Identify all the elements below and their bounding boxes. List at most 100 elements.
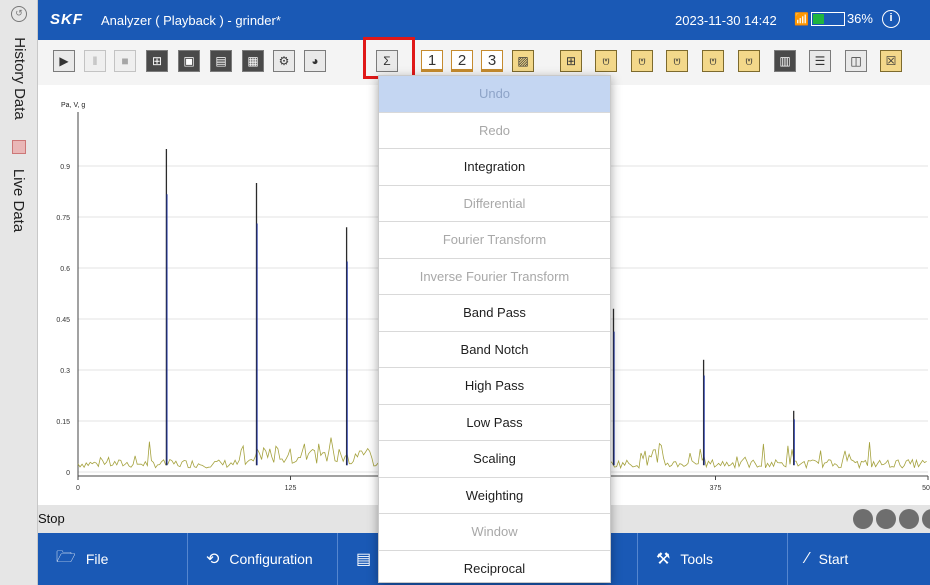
image-tool-button[interactable]: ▨ <box>512 50 534 72</box>
nav-label: Configuration <box>229 551 313 567</box>
stop-icon: ■ <box>121 54 129 68</box>
gear-button[interactable]: ⚙ <box>273 50 295 72</box>
sidebar: ↺ History Data Live Data <box>0 0 38 585</box>
menu-item-undo[interactable]: Undo <box>379 76 610 113</box>
status-text: Stop <box>38 511 65 526</box>
menu-item-differential: Differential <box>379 186 610 222</box>
tools-icon: ⚒ <box>656 551 671 568</box>
spectrum-1-button[interactable]: ⩅ <box>595 50 617 72</box>
layout-columns-button[interactable]: ◫ <box>845 50 867 72</box>
y-tick-label: 0.9 <box>60 164 70 171</box>
sidebar-tab-history-data[interactable]: History Data <box>0 18 38 138</box>
layout-rows-button[interactable]: ☰ <box>809 50 831 72</box>
nav-label: Start <box>818 551 849 567</box>
calculator-icon: ▦ <box>247 54 259 68</box>
channel-2-label: 2 <box>457 51 467 69</box>
spectrum-4-button[interactable]: ⩅ <box>702 50 724 72</box>
menu-item-band-notch[interactable]: Band Notch <box>379 332 610 368</box>
save-button[interactable]: ▤ <box>210 50 232 72</box>
image-tool-icon: ▨ <box>517 54 529 68</box>
x-tick-label: 375 <box>710 485 722 492</box>
battery-icon <box>810 11 845 26</box>
folder-icon: 🗁 <box>56 548 76 566</box>
layout-single-button[interactable]: ▥ <box>774 50 796 72</box>
pause-button[interactable]: ‖ <box>84 50 106 72</box>
spectrum-2-button[interactable]: ⩅ <box>631 50 653 72</box>
spectrum-4-icon: ⩅ <box>709 53 717 68</box>
menu-item-band-pass[interactable]: Band Pass <box>379 295 610 332</box>
spectrum-5-button[interactable]: ⩅ <box>738 50 760 72</box>
info-icon[interactable]: i <box>882 10 900 28</box>
cursor-add-button[interactable]: ⊞ <box>560 50 582 72</box>
menu-item-weighting[interactable]: Weighting <box>379 478 610 514</box>
math-functions-menu: Undo Redo Integration Differential Fourier T… <box>378 75 611 583</box>
y-tick-label: 0 <box>66 470 70 477</box>
save-icon: ▤ <box>215 54 227 68</box>
x-tick-label: 125 <box>285 485 297 492</box>
app-window: ↺ History Data Live Data SKF Analyzer ( … <box>0 0 930 585</box>
sigma-highlight-box <box>363 37 415 79</box>
layout-single-icon: ▥ <box>779 54 791 68</box>
channel-3-button[interactable]: 3 <box>481 50 503 72</box>
spectrum-1-icon: ⩅ <box>602 53 610 68</box>
status-dot <box>922 509 930 529</box>
sidebar-tab-label: Live Data <box>10 168 28 232</box>
configuration-icon: ⟲ <box>206 551 220 568</box>
y-tick-label: 0.3 <box>60 368 70 375</box>
antenna-icon: 📶 <box>794 11 809 26</box>
cursor-add-icon: ⊞ <box>565 54 577 68</box>
open-folder-icon: ▣ <box>183 54 195 68</box>
title-bar: SKF Analyzer ( Playback ) - grinder* 202… <box>38 0 930 40</box>
brand-logo: SKF <box>50 11 83 28</box>
channel-2-button[interactable]: 2 <box>451 50 473 72</box>
menu-item-low-pass[interactable]: Low Pass <box>379 405 610 441</box>
live-data-icon[interactable] <box>12 140 26 154</box>
battery-percent: 36% <box>846 11 873 26</box>
stop-button[interactable]: ■ <box>114 50 136 72</box>
pie-chart-icon: ◕ <box>311 54 319 68</box>
menu-item-reciprocal[interactable]: Reciprocal <box>379 551 610 585</box>
layout-rows-icon: ☰ <box>814 54 826 68</box>
open-folder-button[interactable]: ▣ <box>178 50 200 72</box>
sidebar-tab-live-data[interactable]: Live Data <box>0 155 38 245</box>
close-panel-icon: ☒ <box>885 54 897 68</box>
pause-icon: ‖ <box>92 54 98 68</box>
y-tick-label: 0.6 <box>60 266 70 273</box>
play-button[interactable]: ▶ <box>53 50 75 72</box>
menu-item-high-pass[interactable]: High Pass <box>379 368 610 405</box>
channel-1-button[interactable]: 1 <box>421 50 443 72</box>
x-tick-label: 0 <box>76 485 80 492</box>
channel-3-label: 3 <box>487 51 497 69</box>
nav-label: Tools <box>680 551 714 567</box>
status-indicators <box>853 509 930 529</box>
add-folder-icon: ⊞ <box>151 54 163 68</box>
menu-item-inverse-fourier-transform: Inverse Fourier Transform <box>379 259 610 295</box>
monitor-icon: ▤ <box>356 551 372 568</box>
status-dot <box>876 509 896 529</box>
menu-item-scaling[interactable]: Scaling <box>379 441 610 478</box>
add-folder-button[interactable]: ⊞ <box>146 50 168 72</box>
datetime: 2023-11-30 14:42 <box>675 13 777 28</box>
y-tick-label: 0.15 <box>56 419 70 426</box>
pie-chart-button[interactable]: ◕ <box>304 50 326 72</box>
spectrum-3-button[interactable]: ⩅ <box>666 50 688 72</box>
layout-columns-icon: ◫ <box>850 54 862 68</box>
status-dot <box>853 509 873 529</box>
nav-tools-button[interactable]: ⚒ Tools <box>638 533 788 585</box>
menu-item-fourier-transform: Fourier Transform <box>379 222 610 259</box>
app-title: Analyzer ( Playback ) - grinder* <box>101 13 281 28</box>
spectrum-3-icon: ⩅ <box>673 53 681 68</box>
nav-file-button[interactable]: 🗁 File <box>38 533 188 585</box>
nav-configuration-button[interactable]: ⟲ Configuration <box>188 533 338 585</box>
close-panel-button[interactable]: ☒ <box>880 50 902 72</box>
nav-start-button[interactable]: ⁄ Start <box>788 533 930 585</box>
battery-status: 📶 36% <box>794 11 873 26</box>
menu-item-integration[interactable]: Integration <box>379 149 610 186</box>
channel-1-label: 1 <box>427 51 437 69</box>
y-tick-label: 0.75 <box>56 215 70 222</box>
battery-fill <box>812 13 824 24</box>
gear-icon: ⚙ <box>278 54 290 68</box>
play-icon: ▶ <box>59 54 69 68</box>
calculator-button[interactable]: ▦ <box>242 50 264 72</box>
menu-item-window: Window <box>379 514 610 551</box>
